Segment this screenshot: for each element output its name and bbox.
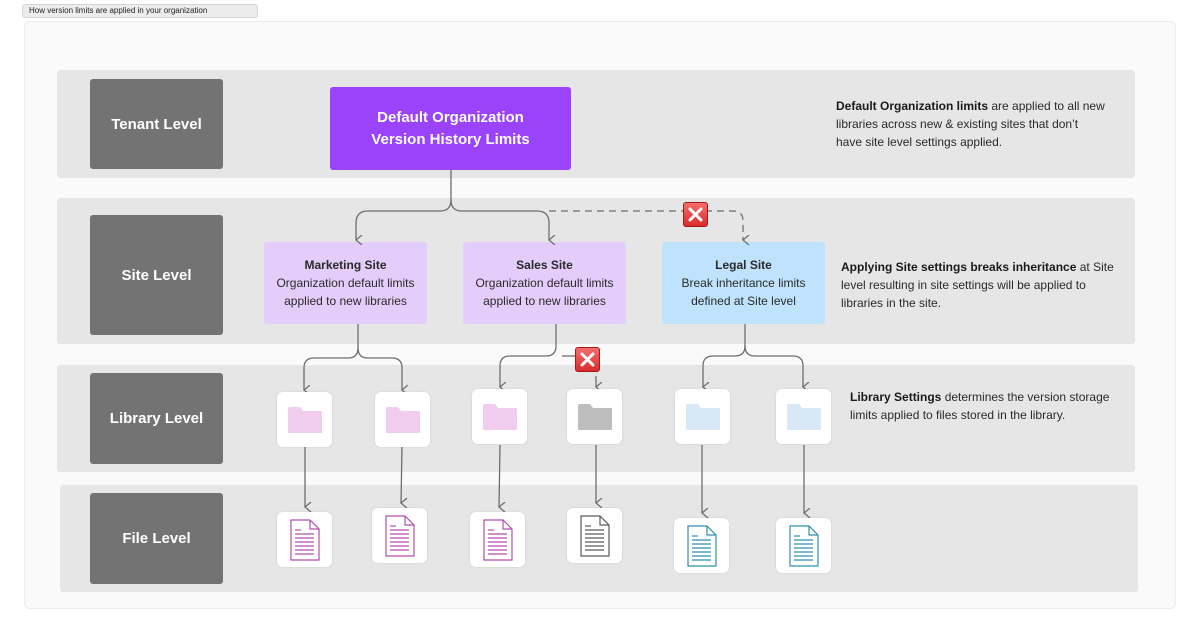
blocked-x-icon: [683, 202, 708, 227]
connector-tenant-legal-blocked: [549, 210, 743, 240]
folder-icon: [577, 403, 612, 430]
library-tile: [472, 389, 527, 444]
connector-marketing-lib1: [304, 324, 359, 390]
connector-sales-lib3: [500, 324, 557, 387]
library-tile: [675, 389, 730, 444]
connector-legal-lib5: [703, 324, 746, 387]
file-tile: [372, 508, 427, 563]
connector-lib-file-3: [499, 444, 500, 507]
file-tile: [567, 508, 622, 563]
connector-marketing-lib2: [357, 347, 402, 390]
connector-lib-file-2: [401, 446, 402, 503]
document-icon: [482, 518, 513, 561]
folder-icon: [385, 406, 420, 433]
connector-tenant-marketing: [356, 170, 452, 240]
connector-tenant-sales: [450, 199, 549, 240]
file-tile: [776, 518, 831, 573]
document-icon: [788, 524, 819, 567]
folder-icon: [287, 406, 322, 433]
library-tile: [776, 389, 831, 444]
folder-icon: [482, 403, 517, 430]
library-tile: [567, 389, 622, 444]
blocked-x-icon: [575, 347, 600, 372]
document-icon: [686, 524, 717, 567]
document-icon: [289, 518, 320, 561]
file-tile: [470, 512, 525, 567]
folder-icon: [786, 403, 821, 430]
library-tile: [375, 392, 430, 447]
library-tile: [277, 392, 332, 447]
document-icon: [579, 514, 610, 557]
folder-icon: [685, 403, 720, 430]
file-tile: [674, 518, 729, 573]
document-icon: [384, 514, 415, 557]
file-tile: [277, 512, 332, 567]
connector-legal-lib6: [744, 345, 803, 387]
